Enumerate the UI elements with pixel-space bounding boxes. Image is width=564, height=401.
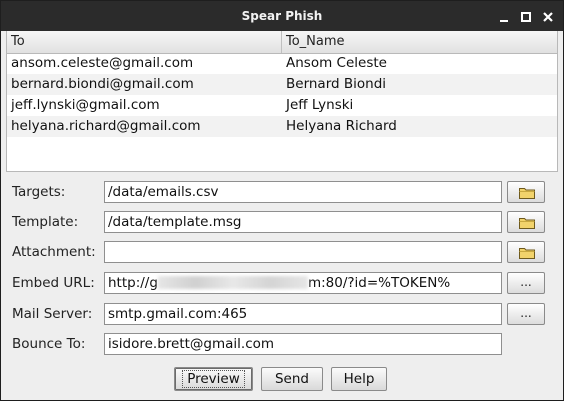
action-buttons: Preview Send Help: [1, 367, 563, 393]
template-field[interactable]: /data/template.msg: [104, 211, 502, 233]
cell-to: bernard.biondi@gmail.com: [11, 76, 194, 92]
cell-to: helyana.richard@gmail.com: [11, 118, 201, 134]
attachment-label: Attachment:: [12, 244, 96, 260]
bounce-to-label: Bounce To:: [12, 336, 86, 352]
folder-icon: [519, 218, 535, 229]
mail-server-row: Mail Server: smtp.gmail.com:465 ...: [1, 303, 563, 333]
attachment-row: Attachment:: [1, 241, 563, 271]
preview-button[interactable]: Preview: [174, 367, 253, 391]
mail-server-field[interactable]: smtp.gmail.com:465: [104, 303, 502, 325]
close-icon[interactable]: [541, 9, 555, 23]
mail-server-options-button[interactable]: ...: [507, 303, 545, 325]
targets-field[interactable]: /data/emails.csv: [104, 181, 502, 203]
embed-url-label: Embed URL:: [12, 275, 95, 291]
table-row[interactable]: bernard.biondi@gmail.com Bernard Biondi: [7, 74, 557, 95]
attachment-field[interactable]: [104, 241, 502, 263]
cell-to-name: Ansom Celeste: [286, 55, 387, 71]
maximize-icon[interactable]: [519, 9, 533, 23]
embed-url-field[interactable]: http://g m:80/?id=%TOKEN%: [104, 272, 502, 294]
template-browse-button[interactable]: [507, 211, 545, 233]
table-row[interactable]: helyana.richard@gmail.com Helyana Richar…: [7, 116, 557, 137]
embed-url-suffix: m:80/?id=%TOKEN%: [307, 275, 451, 291]
mail-server-label: Mail Server:: [12, 306, 93, 322]
table-header: To To_Name: [7, 31, 557, 54]
help-button[interactable]: Help: [331, 367, 387, 391]
targets-label: Targets:: [12, 184, 66, 200]
template-row: Template: /data/template.msg: [1, 211, 563, 241]
embed-url-prefix: http://g: [108, 275, 158, 291]
cell-to: jeff.lynski@gmail.com: [11, 97, 160, 113]
send-button[interactable]: Send: [261, 367, 323, 391]
redacted-region: [157, 276, 308, 289]
window-title: Spear Phish: [241, 9, 323, 23]
embed-url-row: Embed URL: http://g m:80/?id=%TOKEN% ...: [1, 272, 563, 302]
folder-icon: [519, 248, 535, 259]
minimize-icon[interactable]: [497, 9, 511, 23]
column-header-to[interactable]: To: [7, 31, 282, 53]
preview-button-label: Preview: [182, 370, 245, 388]
table-row[interactable]: ansom.celeste@gmail.com Ansom Celeste: [7, 53, 557, 74]
title-bar: Spear Phish: [1, 1, 563, 31]
cell-to-name: Jeff Lynski: [286, 97, 354, 113]
folder-icon: [519, 188, 535, 199]
embed-url-options-button[interactable]: ...: [507, 272, 545, 294]
bounce-to-row: Bounce To: isidore.brett@gmail.com: [1, 333, 563, 363]
attachment-browse-button[interactable]: [507, 241, 545, 263]
table-row[interactable]: jeff.lynski@gmail.com Jeff Lynski: [7, 95, 557, 116]
spear-phish-window: Spear Phish To To_Name ansom.celeste@gma…: [0, 0, 564, 401]
recipients-table[interactable]: To To_Name ansom.celeste@gmail.com Ansom…: [6, 31, 558, 172]
template-label: Template:: [12, 214, 79, 230]
targets-browse-button[interactable]: [507, 181, 545, 203]
cell-to-name: Bernard Biondi: [286, 76, 387, 92]
column-header-to-name[interactable]: To_Name: [282, 31, 557, 53]
cell-to-name: Helyana Richard: [286, 118, 397, 134]
targets-row: Targets: /data/emails.csv: [1, 181, 563, 211]
cell-to: ansom.celeste@gmail.com: [11, 55, 194, 71]
bounce-to-field[interactable]: isidore.brett@gmail.com: [104, 333, 502, 355]
table-body: ansom.celeste@gmail.com Ansom Celeste be…: [7, 53, 557, 137]
